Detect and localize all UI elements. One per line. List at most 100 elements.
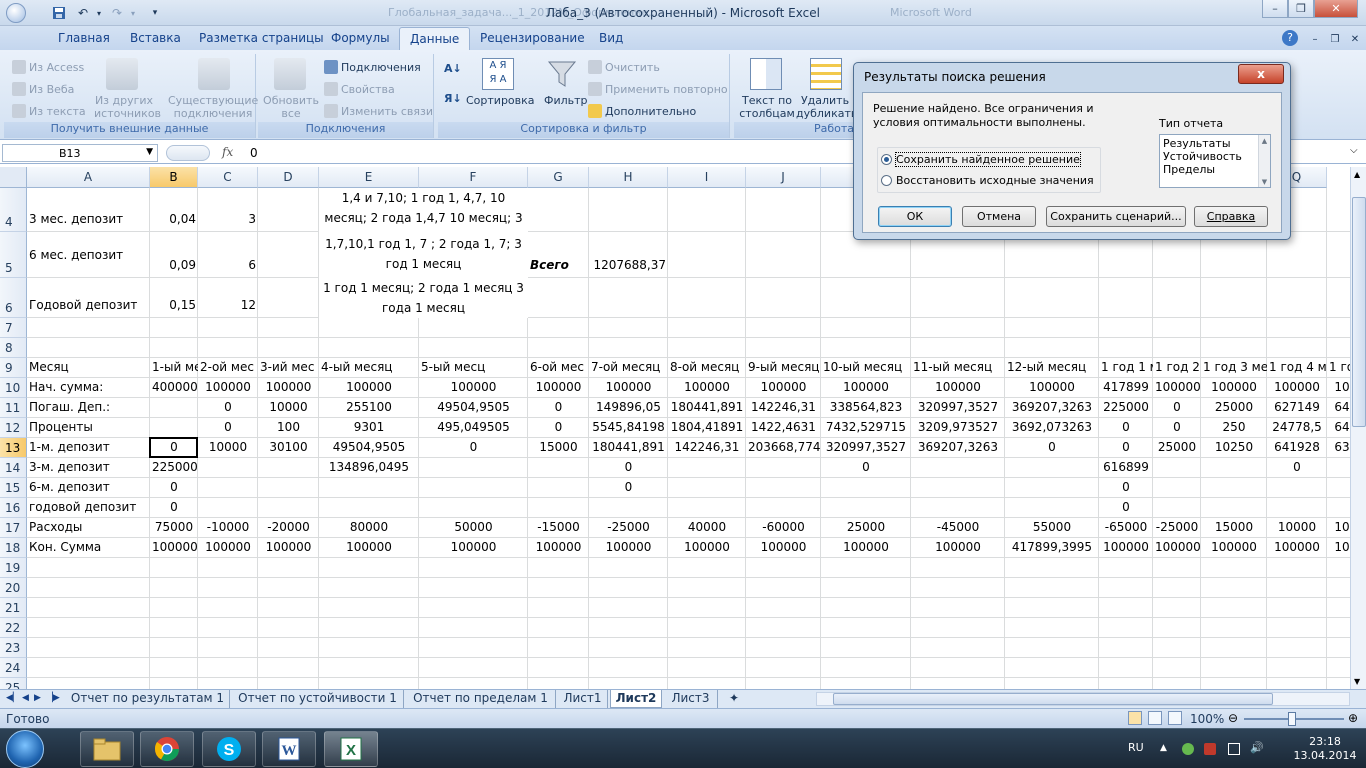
report-type-sensitivity[interactable]: Устойчивость [1163,150,1267,163]
language-indicator[interactable]: RU [1128,741,1144,754]
cell-interest-11[interactable]: 3209,973527 [911,418,1005,438]
cell-g5[interactable]: Всего [528,232,589,278]
cell-e4[interactable]: 1,4 и 7,10; 1 год 1, 4,7, 10 месяц; 2 го… [319,188,528,232]
cell-deposit-1m-12[interactable]: 0 [1005,438,1099,458]
cell-month-6[interactable]: 6-ой мес [528,358,589,378]
cell-deposit-1m-4[interactable]: 49504,9505 [319,438,419,458]
cell-expenses-8[interactable]: 40000 [668,518,746,538]
cell-expenses-2[interactable]: -10000 [198,518,258,538]
sort-az-icon[interactable]: A↓ [444,62,462,75]
insert-function-icon[interactable]: fx [222,145,233,159]
cell-interest-9[interactable]: 1422,4631 [746,418,821,438]
column-header-d[interactable]: D [258,167,319,188]
cell-deposit-1m-17[interactable]: 63 [1327,438,1350,458]
cell-end-sum-14[interactable]: 100000 [1153,538,1201,558]
system-clock[interactable]: 23:18 13.04.2014 [1290,735,1360,763]
column-header-b[interactable]: B [150,167,198,188]
restore-values-radio[interactable]: Восстановить исходные значения [881,174,1094,187]
cell-e5[interactable]: 1,7,10,1 год 1, 7 ; 2 года 1, 7; 3 год 1… [319,232,528,278]
remove-duplicates-button[interactable]: Удалить дубликаты [796,94,860,120]
column-header-f[interactable]: F [419,167,528,188]
normal-view-icon[interactable] [1128,711,1142,725]
row-header-19[interactable]: 19 [0,558,27,578]
tab-data[interactable]: Данные [399,27,471,51]
cell-deposit-annual-0[interactable]: годовой депозит [27,498,150,518]
cell-start-sum-14[interactable]: 100000 [1153,378,1201,398]
cell-deposit-1m-7[interactable]: 180441,891 [589,438,668,458]
sheet-tab-list2[interactable]: Лист2 [610,690,662,708]
next-sheet-icon[interactable]: ▶ [34,693,41,703]
cell-deposit-3m-10[interactable]: 0 [821,458,911,478]
properties-button[interactable]: Свойства [324,82,395,96]
cell-month-7[interactable]: 7-ой месяц [589,358,668,378]
cell-deposit-3m-1[interactable]: 225000 [150,458,198,478]
cell-repaid-deposit-15[interactable]: 25000 [1201,398,1267,418]
sheet-tab-limits-report[interactable]: Отчет по пределам 1 [406,690,556,708]
filter-button[interactable]: Фильтр [544,94,588,107]
cell-interest-17[interactable]: 64 [1327,418,1350,438]
cell-repaid-deposit-9[interactable]: 142246,31 [746,398,821,418]
cell-expenses-0[interactable]: Расходы [27,518,150,538]
cell-deposit-3m-16[interactable]: 0 [1267,458,1327,478]
cell-deposit-3m-0[interactable]: 3-м. депозит [27,458,150,478]
cell-deposit-1m-9[interactable]: 203668,774 [746,438,821,458]
cell-start-sum-11[interactable]: 100000 [911,378,1005,398]
cell-interest-0[interactable]: Проценты [27,418,150,438]
page-layout-view-icon[interactable] [1148,711,1162,725]
cell-interest-2[interactable]: 0 [198,418,258,438]
text-to-columns-button[interactable]: Текст по столбцам [736,94,798,120]
tray-app-icon[interactable] [1182,743,1194,755]
cell-expenses-12[interactable]: 55000 [1005,518,1099,538]
ok-button[interactable]: ОК [878,206,952,227]
vertical-scroll-thumb[interactable] [1352,197,1366,427]
cell-end-sum-11[interactable]: 100000 [911,538,1005,558]
row-header-22[interactable]: 22 [0,618,27,638]
from-text-button[interactable]: Из текста [12,104,86,118]
cell-end-sum-10[interactable]: 100000 [821,538,911,558]
cell-b5[interactable]: 0,09 [150,232,198,278]
cell-deposit-1m-14[interactable]: 25000 [1153,438,1201,458]
cell-b4[interactable]: 0,04 [150,188,198,232]
sort-za-icon[interactable]: Я↓ [444,92,462,105]
report-type-results[interactable]: Результаты [1163,137,1267,150]
cell-repaid-deposit-2[interactable]: 0 [198,398,258,418]
row-header-21[interactable]: 21 [0,598,27,618]
cell-end-sum-3[interactable]: 100000 [258,538,319,558]
tray-expand-icon[interactable]: ▲ [1160,743,1172,755]
cell-month-8[interactable]: 8-ой месяц [668,358,746,378]
row-header-6[interactable]: 6 [0,278,27,318]
cell-month-14[interactable]: 1 год 2 [1153,358,1201,378]
sheet-tab-list1[interactable]: Лист1 [558,690,608,708]
minimize-button[interactable]: – [1262,0,1288,18]
cell-repaid-deposit-13[interactable]: 225000 [1099,398,1153,418]
edit-links-button[interactable]: Изменить связи [324,104,433,118]
cell-start-sum-9[interactable]: 100000 [746,378,821,398]
help-button[interactable]: Справка [1194,206,1268,227]
row-header-14[interactable]: 14 [0,458,27,478]
cell-end-sum-17[interactable]: 10 [1327,538,1350,558]
tab-page-layout[interactable]: Разметка страницы [199,31,324,45]
cell-month-5[interactable]: 5-ый месц [419,358,528,378]
cell-interest-3[interactable]: 100 [258,418,319,438]
scroll-down-icon[interactable]: ▼ [1354,677,1360,686]
cell-deposit-3m-7[interactable]: 0 [589,458,668,478]
from-access-button[interactable]: Из Access [12,60,84,74]
cell-expenses-14[interactable]: -25000 [1153,518,1201,538]
cell-end-sum-0[interactable]: Кон. Сумма [27,538,150,558]
cell-deposit-1m-8[interactable]: 142246,31 [668,438,746,458]
cell-end-sum-15[interactable]: 100000 [1201,538,1267,558]
row-header-18[interactable]: 18 [0,538,27,558]
report-type-list[interactable]: Результаты Устойчивость Пределы ▲ ▼ [1159,134,1271,188]
cell-repaid-deposit-17[interactable]: 64 [1327,398,1350,418]
cell-month-9[interactable]: 9-ый месяц [746,358,821,378]
cell-end-sum-4[interactable]: 100000 [319,538,419,558]
row-header-4[interactable]: 4 [0,188,27,232]
cell-deposit-1m-15[interactable]: 10250 [1201,438,1267,458]
cell-start-sum-0[interactable]: Нач. сумма: [27,378,150,398]
cell-month-3[interactable]: 3-ий мес [258,358,319,378]
restore-button[interactable]: ❒ [1288,0,1314,18]
cell-month-15[interactable]: 1 год 3 ме [1201,358,1267,378]
page-break-view-icon[interactable] [1168,711,1182,725]
cell-deposit-1m-16[interactable]: 641928 [1267,438,1327,458]
cell-deposit-1m-11[interactable]: 369207,3263 [911,438,1005,458]
